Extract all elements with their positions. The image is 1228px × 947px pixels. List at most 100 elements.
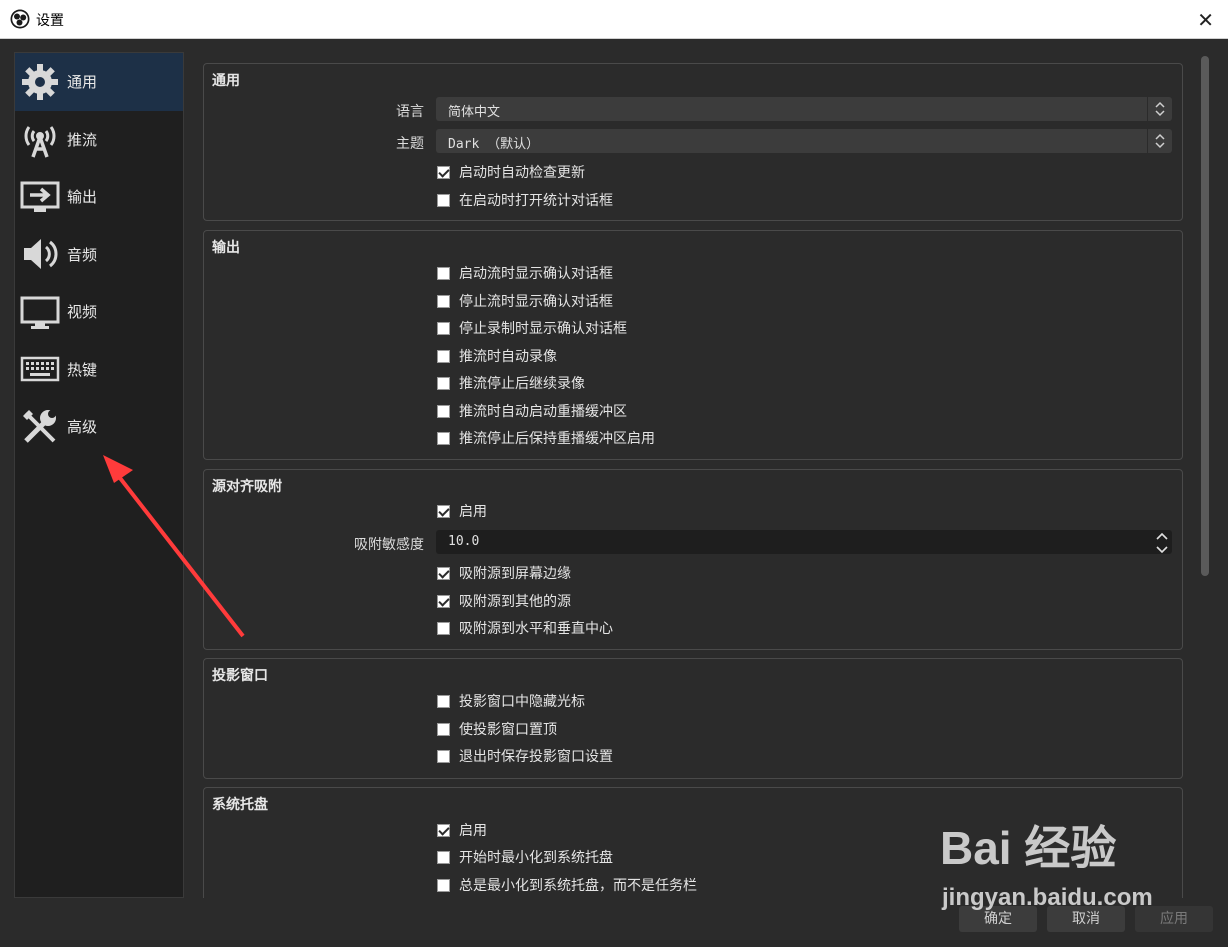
checkbox[interactable]: [437, 850, 450, 864]
window-title: 设置: [36, 13, 64, 29]
content-scrollbar[interactable]: [1198, 52, 1212, 898]
updown-chevron-icon: [1147, 129, 1172, 153]
checkbox[interactable]: [437, 694, 450, 708]
checkbox[interactable]: [437, 878, 450, 892]
theme-select[interactable]: Dark （默认）: [436, 129, 1172, 153]
check-confirm-stop-stream[interactable]: 停止流时显示确认对话框: [437, 291, 613, 311]
check-auto-record[interactable]: 推流时自动录像: [437, 346, 557, 366]
checkbox-label: 停止流时显示确认对话框: [459, 294, 613, 310]
checkbox[interactable]: [437, 621, 450, 635]
sidebar-item-label: 热键: [67, 360, 98, 379]
cancel-button[interactable]: 取消: [1047, 906, 1125, 932]
check-auto-replay-buffer[interactable]: 推流时自动启动重播缓冲区: [437, 401, 627, 421]
check-start-minimized[interactable]: 开始时最小化到系统托盘: [437, 847, 613, 867]
projector-group: 投影窗口 投影窗口中隐藏光标 使投影窗口置顶 退出时保存投影窗口设置: [203, 658, 1183, 779]
checkbox-label: 吸附源到屏幕边缘: [459, 566, 571, 582]
checkbox[interactable]: [437, 321, 450, 335]
checkbox[interactable]: [437, 431, 450, 445]
checkbox[interactable]: [437, 266, 450, 280]
check-minimize-to-tray[interactable]: 总是最小化到系统托盘，而不是任务栏: [437, 875, 697, 895]
checkbox[interactable]: [437, 594, 450, 608]
close-icon[interactable]: ✕: [1197, 8, 1214, 32]
checkbox-label: 在启动时打开统计对话框: [459, 193, 613, 209]
sidebar-item-label: 通用: [67, 73, 98, 92]
checkbox[interactable]: [437, 349, 450, 363]
checkbox[interactable]: [437, 823, 450, 837]
checkbox-label: 推流时自动启动重播缓冲区: [459, 404, 627, 420]
checkbox[interactable]: [437, 376, 450, 390]
updown-chevron-icon: [1147, 97, 1172, 121]
checkbox-label: 投影窗口中隐藏光标: [459, 694, 585, 710]
general-group: 通用 语言 简体中文 主题 Dark （默认） 启动时自动检查更新 在启动时打开…: [203, 63, 1183, 221]
tools-icon: [17, 404, 63, 450]
check-confirm-stop-record[interactable]: 停止录制时显示确认对话框: [437, 318, 627, 338]
checkbox[interactable]: [437, 722, 450, 736]
check-snapping-enable[interactable]: 启用: [437, 501, 487, 521]
checkbox-label: 开始时最小化到系统托盘: [459, 850, 613, 866]
sidebar-item-label: 推流: [67, 130, 98, 149]
check-open-stats[interactable]: 在启动时打开统计对话框: [437, 190, 613, 210]
group-title: 输出: [212, 240, 240, 256]
sidebar-item-label: 视频: [67, 303, 98, 322]
speaker-icon: [17, 231, 63, 277]
sidebar-item-output[interactable]: 输出: [15, 168, 183, 226]
check-hide-cursor[interactable]: 投影窗口中隐藏光标: [437, 691, 585, 711]
sensitivity-value: 10.0: [448, 534, 480, 549]
checkbox[interactable]: [437, 504, 450, 518]
check-tray-enable[interactable]: 启用: [437, 820, 487, 840]
spin-arrows-icon[interactable]: [1152, 530, 1172, 556]
check-auto-update[interactable]: 启动时自动检查更新: [437, 162, 585, 182]
sidebar-item-advanced[interactable]: 高级: [15, 398, 183, 456]
group-title: 通用: [212, 73, 240, 89]
checkbox[interactable]: [437, 165, 450, 179]
check-confirm-start-stream[interactable]: 启动流时显示确认对话框: [437, 263, 613, 283]
checkbox[interactable]: [437, 193, 450, 207]
check-snap-screen-edge[interactable]: 吸附源到屏幕边缘: [437, 563, 571, 583]
check-keep-replay-buffer[interactable]: 推流停止后保持重播缓冲区启用: [437, 428, 655, 448]
ok-button[interactable]: 确定: [959, 906, 1037, 932]
check-snap-other-sources[interactable]: 吸附源到其他的源: [437, 591, 571, 611]
theme-value: Dark （默认）: [448, 137, 540, 152]
group-title: 源对齐吸附: [212, 479, 282, 495]
group-title: 系统托盘: [212, 797, 268, 813]
sidebar-item-video[interactable]: 视频: [15, 283, 183, 341]
sidebar-item-general[interactable]: 通用: [15, 53, 183, 111]
monitor-icon: [17, 289, 63, 335]
gear-icon: [17, 59, 63, 105]
checkbox-label: 启用: [459, 504, 487, 520]
sidebar-item-stream[interactable]: 推流: [15, 111, 183, 169]
obs-logo-icon: [10, 9, 30, 29]
checkbox-label: 总是最小化到系统托盘，而不是任务栏: [459, 878, 697, 894]
checkbox-label: 吸附源到其他的源: [459, 594, 571, 610]
check-always-on-top[interactable]: 使投影窗口置顶: [437, 719, 557, 739]
output-monitor-icon: [17, 174, 63, 220]
checkbox[interactable]: [437, 294, 450, 308]
checkbox-label: 启动时自动检查更新: [459, 165, 585, 181]
broadcast-tower-icon: [17, 116, 63, 162]
check-keep-recording[interactable]: 推流停止后继续录像: [437, 373, 585, 393]
tray-group: 系统托盘 启用 开始时最小化到系统托盘 总是最小化到系统托盘，而不是任务栏: [203, 787, 1183, 898]
checkbox-label: 启用: [459, 823, 487, 839]
checkbox[interactable]: [437, 404, 450, 418]
checkbox[interactable]: [437, 566, 450, 580]
checkbox-label: 推流时自动录像: [459, 349, 557, 365]
sensitivity-label: 吸附敏感度: [354, 537, 424, 553]
checkbox-label: 使投影窗口置顶: [459, 722, 557, 738]
scroll-thumb[interactable]: [1201, 56, 1209, 576]
language-select[interactable]: 简体中文: [436, 97, 1172, 121]
sensitivity-spinbox[interactable]: 10.0: [436, 530, 1172, 554]
sidebar-item-audio[interactable]: 音频: [15, 226, 183, 284]
checkbox[interactable]: [437, 749, 450, 763]
sidebar-item-label: 输出: [67, 188, 98, 207]
sidebar-item-hotkeys[interactable]: 热键: [15, 341, 183, 399]
checkbox-label: 推流停止后保持重播缓冲区启用: [459, 431, 655, 447]
checkbox-label: 启动流时显示确认对话框: [459, 266, 613, 282]
checkbox-label: 退出时保存投影窗口设置: [459, 749, 613, 765]
language-value: 简体中文: [448, 105, 501, 120]
apply-button[interactable]: 应用: [1135, 906, 1213, 932]
checkbox-label: 吸附源到水平和垂直中心: [459, 621, 613, 637]
settings-sidebar: 通用 推流 输出 音频 视频 热键 高级: [14, 52, 184, 898]
check-snap-center[interactable]: 吸附源到水平和垂直中心: [437, 618, 613, 638]
keyboard-icon: [17, 346, 63, 392]
check-save-projectors[interactable]: 退出时保存投影窗口设置: [437, 746, 613, 766]
